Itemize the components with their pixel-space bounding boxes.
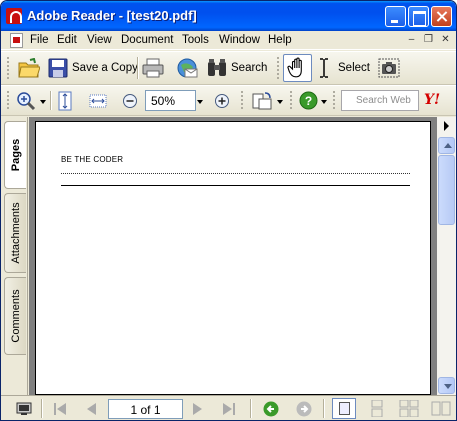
toolbar-grip[interactable] <box>6 90 10 111</box>
adobe-reader-icon <box>6 8 22 24</box>
status-bar: 1 of 1 <box>1 395 456 420</box>
title-bar[interactable]: Adobe Reader - [test20.pdf] <box>1 1 456 31</box>
pdf-page[interactable]: BE THE CODER <box>35 121 431 395</box>
app-window: Adobe Reader - [test20.pdf] File Edit Vi… <box>0 0 457 421</box>
hand-tool-icon <box>287 57 302 78</box>
menu-document[interactable]: Document <box>121 34 173 46</box>
save-icon[interactable] <box>48 58 68 78</box>
page-heading-text: BE THE CODER <box>61 155 124 164</box>
window-title: Adobe Reader - [test20.pdf] <box>27 8 197 23</box>
zoom-level-input[interactable]: 50% <box>145 90 196 111</box>
zoom-icon[interactable] <box>16 91 36 111</box>
zoom-level-dropdown-icon[interactable] <box>197 100 203 104</box>
yahoo-icon[interactable]: Y! <box>424 92 446 110</box>
next-page-icon[interactable] <box>191 402 205 416</box>
scroll-up-button[interactable] <box>438 137 455 154</box>
menu-tools[interactable]: Tools <box>182 34 209 46</box>
menu-edit[interactable]: Edit <box>57 34 77 46</box>
fit-page-icon[interactable] <box>58 91 72 111</box>
menu-view[interactable]: View <box>87 34 112 46</box>
zoom-dropdown-icon[interactable] <box>40 100 46 104</box>
first-page-icon[interactable] <box>53 402 67 416</box>
hand-tool-button[interactable] <box>283 54 312 82</box>
tab-comments-label: Comments <box>9 289 22 343</box>
menu-help[interactable]: Help <box>268 34 292 46</box>
view-toolbar: 50% ? Search Web Y! <box>1 85 456 116</box>
svg-text:?: ? <box>305 94 312 108</box>
vertical-scrollbar[interactable] <box>437 117 456 395</box>
toolbar-grip[interactable] <box>240 90 244 111</box>
dotted-line <box>61 173 410 174</box>
save-a-copy-label[interactable]: Save a Copy <box>72 62 138 74</box>
single-page-layout-button[interactable] <box>332 398 356 419</box>
previous-page-icon[interactable] <box>84 402 98 416</box>
last-page-icon[interactable] <box>222 402 236 416</box>
print-icon[interactable] <box>142 58 164 78</box>
document-viewport[interactable]: BE THE CODER <box>29 117 437 395</box>
search-label[interactable]: Search <box>231 62 267 74</box>
menu-bar: File Edit View Document Tools Window Hel… <box>1 31 456 50</box>
toolbar-grip[interactable] <box>276 56 280 80</box>
tab-pages[interactable]: Pages <box>4 121 26 189</box>
rotate-icon[interactable] <box>251 91 273 111</box>
toolbar-separator <box>137 57 139 79</box>
toolbar-separator <box>50 91 52 110</box>
binoculars-icon[interactable] <box>206 58 228 78</box>
minimize-button[interactable] <box>385 6 406 27</box>
status-separator <box>323 399 325 418</box>
status-separator <box>41 399 43 418</box>
help-dropdown-icon[interactable] <box>321 100 327 104</box>
zoom-out-icon[interactable] <box>122 93 138 109</box>
file-toolbar: Save a Copy Search Select <box>1 51 456 85</box>
continuous-facing-layout-icon[interactable] <box>399 400 419 417</box>
maximize-button[interactable] <box>408 6 429 27</box>
page-layout-icon[interactable] <box>16 402 32 416</box>
fit-width-icon[interactable] <box>89 94 107 108</box>
go-forward-icon[interactable] <box>296 401 312 417</box>
zoom-in-icon[interactable] <box>214 93 230 109</box>
close-button[interactable] <box>431 6 452 27</box>
menu-window[interactable]: Window <box>219 34 260 46</box>
doc-minimize-icon[interactable]: – <box>405 34 418 46</box>
toolbar-grip[interactable] <box>6 56 10 80</box>
menu-file[interactable]: File <box>30 34 49 46</box>
doc-close-icon[interactable]: ✕ <box>439 34 452 46</box>
navigation-pane: Pages Attachments Comments <box>1 117 28 395</box>
panel-expand-arrow-icon[interactable] <box>437 117 456 135</box>
page-number-input[interactable]: 1 of 1 <box>108 399 183 419</box>
select-cursor-icon[interactable] <box>318 58 330 78</box>
go-back-icon[interactable] <box>263 401 279 417</box>
select-label[interactable]: Select <box>338 62 370 74</box>
rotate-dropdown-icon[interactable] <box>277 100 283 104</box>
toolbar-grip[interactable] <box>289 90 293 111</box>
help-icon[interactable]: ? <box>299 91 318 110</box>
toolbar-grip[interactable] <box>332 90 336 111</box>
tab-pages-label: Pages <box>9 138 22 172</box>
snapshot-icon[interactable] <box>378 58 400 78</box>
continuous-layout-icon[interactable] <box>367 400 387 417</box>
email-icon[interactable] <box>176 57 198 79</box>
facing-layout-icon[interactable] <box>431 400 451 417</box>
tab-comments[interactable]: Comments <box>4 277 26 355</box>
tab-attachments[interactable]: Attachments <box>4 193 26 273</box>
folder-icon[interactable] <box>18 58 40 78</box>
scroll-thumb[interactable] <box>438 155 455 225</box>
status-separator <box>250 399 252 418</box>
tab-attachments-label: Attachments <box>9 202 22 264</box>
doc-restore-icon[interactable]: ❐ <box>422 34 435 46</box>
horizontal-rule <box>61 185 410 186</box>
scroll-down-button[interactable] <box>438 377 455 394</box>
search-web-input[interactable]: Search Web <box>341 90 419 111</box>
document-menu-icon[interactable] <box>10 33 23 48</box>
